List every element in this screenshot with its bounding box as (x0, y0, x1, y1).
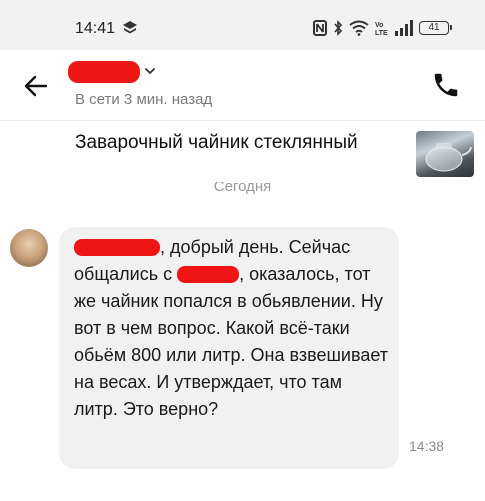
app-notification-icon (123, 21, 137, 34)
avatar[interactable] (10, 229, 48, 267)
phone-call-icon[interactable] (431, 70, 461, 100)
svg-text:Vo: Vo (375, 22, 383, 29)
contact-name-redacted[interactable] (68, 61, 140, 83)
listing-thumbnail[interactable] (416, 131, 474, 177)
listing-preview[interactable]: Заварочный чайник стеклянный (0, 120, 485, 187)
redacted-name (177, 266, 240, 283)
status-icons: Vo LTE 41 (313, 19, 452, 37)
date-separator: Сегодня (0, 182, 485, 198)
date-separator-label: Сегодня (213, 182, 272, 195)
status-time: 14:41 (75, 20, 116, 37)
message-text: , добрый день. Сейчас общались с , оказа… (74, 234, 389, 423)
chat-header: В сети 3 мин. назад (0, 50, 485, 120)
status-bar: 14:41 Vo LTE 41 (0, 0, 485, 50)
message-part-2: , оказалось, тот же чайник попался в обь… (74, 264, 389, 419)
signal-icon (395, 20, 413, 36)
last-seen-status: В сети 3 мин. назад (75, 91, 213, 108)
redacted-name (74, 239, 160, 256)
bluetooth-icon (334, 20, 343, 36)
back-arrow-icon[interactable] (22, 72, 50, 100)
svg-text:LTE: LTE (375, 30, 388, 36)
chevron-down-icon[interactable] (143, 64, 157, 78)
listing-title[interactable]: Заварочный чайник стеклянный (75, 130, 375, 155)
wifi-icon (349, 20, 369, 36)
nfc-icon (313, 20, 327, 36)
volte-icon: Vo LTE (375, 22, 388, 36)
teapot-image (425, 143, 472, 172)
message-time: 14:38 (409, 438, 445, 454)
battery-icon: 41 (419, 21, 452, 35)
